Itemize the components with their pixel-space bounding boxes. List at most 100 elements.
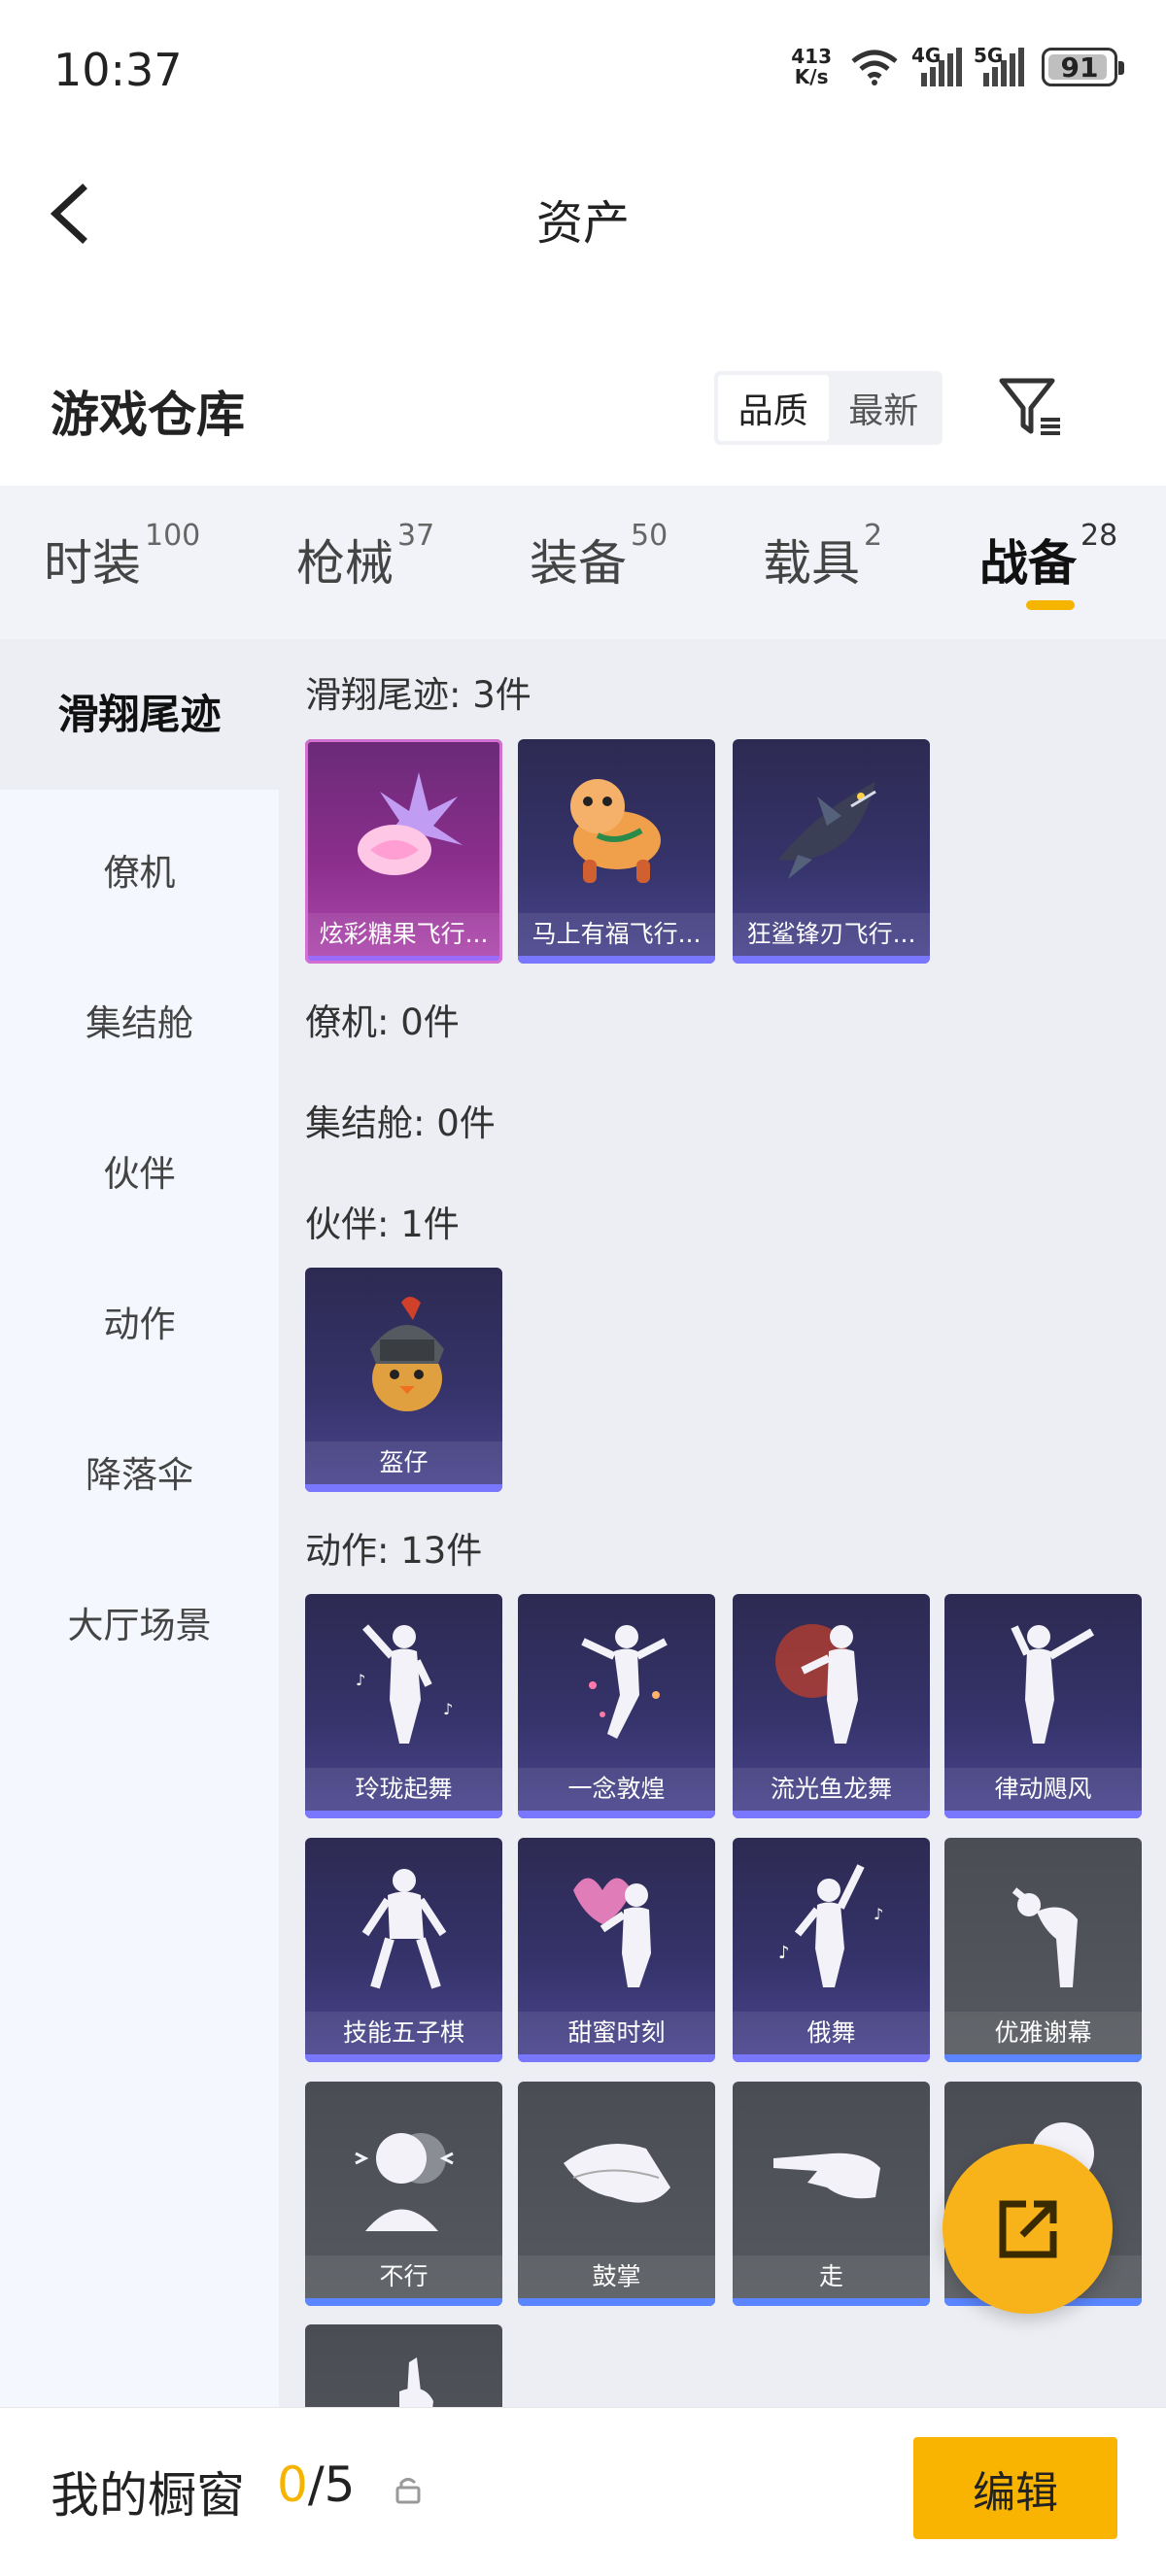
item-name: 炫彩糖果飞行... bbox=[305, 913, 502, 956]
item-name: 鼓掌 bbox=[518, 2255, 715, 2298]
tab-label: 枪械 bbox=[296, 535, 394, 592]
rarity-bar bbox=[518, 956, 715, 964]
tab-label: 战备 bbox=[979, 535, 1077, 592]
sort-newest-button[interactable]: 最新 bbox=[829, 375, 940, 441]
svg-text:♪: ♪ bbox=[443, 1700, 453, 1718]
rarity-bar bbox=[305, 2298, 502, 2306]
bowing-figure-icon bbox=[944, 1838, 1142, 2011]
item-card[interactable]: 技能五子棋 bbox=[305, 1838, 502, 2062]
item-name: 俄舞 bbox=[733, 2012, 930, 2054]
sidebar-item-lobby-scene[interactable]: 大厅场景 bbox=[0, 1596, 279, 1648]
item-name: 不行 bbox=[305, 2255, 502, 2298]
sidebar-item-emote[interactable]: 动作 bbox=[0, 1295, 279, 1347]
item-card[interactable] bbox=[305, 2324, 502, 2407]
edit-button[interactable]: 编辑 bbox=[913, 2437, 1117, 2539]
active-tab-indicator bbox=[1026, 600, 1075, 610]
item-card[interactable]: 狂鲨锋刃飞行... bbox=[733, 739, 930, 964]
filter-icon[interactable] bbox=[996, 371, 1066, 441]
sidebar-item-wingman[interactable]: 僚机 bbox=[0, 843, 279, 896]
shark-trail-icon bbox=[733, 739, 930, 912]
rarity-bar bbox=[733, 2298, 930, 2306]
tab-label: 载具 bbox=[763, 535, 860, 592]
battery-percent: 91 bbox=[1060, 51, 1099, 84]
rarity-bar bbox=[944, 2054, 1142, 2062]
tab-fashion[interactable]: 时装 100 bbox=[44, 519, 200, 594]
dancer-icon bbox=[518, 1594, 715, 1767]
item-card[interactable]: 一念敦煌 bbox=[518, 1594, 715, 1818]
sidebar-item-glide-trail[interactable]: 滑翔尾迹 bbox=[0, 639, 279, 790]
item-name: 一念敦煌 bbox=[518, 1768, 715, 1811]
dancer-heart-icon bbox=[518, 1838, 715, 2011]
cell-signal-4g-icon: 4G bbox=[911, 44, 962, 86]
rarity-bar bbox=[518, 1811, 715, 1818]
item-card[interactable]: 马上有福飞行... bbox=[518, 739, 715, 964]
item-name: 马上有福飞行... bbox=[518, 913, 715, 956]
item-name: 技能五子棋 bbox=[305, 2012, 502, 2054]
tab-guns[interactable]: 枪械 37 bbox=[296, 519, 434, 594]
section-title: 僚机: 0件 bbox=[305, 1001, 460, 1043]
item-card[interactable]: 优雅谢幕 bbox=[944, 1838, 1142, 2062]
item-name: 走 bbox=[733, 2255, 930, 2298]
item-name: 盔仔 bbox=[305, 1441, 502, 1484]
sidebar-item-partner[interactable]: 伙伴 bbox=[0, 1144, 279, 1197]
dancer-icon bbox=[944, 1594, 1142, 1767]
item-card[interactable]: 盔仔 bbox=[305, 1268, 502, 1492]
item-name: 优雅谢幕 bbox=[944, 2012, 1142, 2054]
tab-battle-prep[interactable]: 战备 28 bbox=[979, 519, 1117, 594]
net-speed: 413 K/s bbox=[791, 47, 832, 87]
rarity-bar bbox=[305, 956, 502, 964]
clapping-hands-icon bbox=[518, 2082, 715, 2254]
item-card[interactable]: 不行 bbox=[305, 2082, 502, 2306]
rarity-bar bbox=[305, 1484, 502, 1492]
status-bar: 10:37 413 K/s 4G 5G 91 bbox=[0, 0, 1166, 146]
item-card[interactable]: 流光鱼龙舞 bbox=[733, 1594, 930, 1818]
showcase-count: 0/5 bbox=[277, 2457, 355, 2513]
section-title: 动作: 13件 bbox=[305, 1530, 483, 1572]
item-card[interactable]: ♪ ♪ 玲珑起舞 bbox=[305, 1594, 502, 1818]
tab-label: 时装 bbox=[44, 535, 141, 592]
net-speed-value: 413 bbox=[791, 45, 832, 68]
section-title: 集结舱: 0件 bbox=[305, 1102, 496, 1144]
svg-text:♪: ♪ bbox=[778, 1943, 790, 1963]
tab-count: 2 bbox=[864, 519, 883, 553]
waving-hand-icon bbox=[305, 2324, 502, 2407]
sidebar-item-pod[interactable]: 集结舱 bbox=[0, 994, 279, 1046]
app-root: 10:37 413 K/s 4G 5G 91 资产 游戏仓库 品质 最新 时装 … bbox=[0, 0, 1166, 2576]
tab-equipment[interactable]: 装备 50 bbox=[530, 519, 668, 594]
candy-trail-icon bbox=[305, 739, 502, 912]
item-grid-panel: 滑翔尾迹: 3件 炫彩糖果飞行... 马上有福飞行... 狂鲨锋刃飞行... 僚… bbox=[279, 639, 1166, 2407]
status-icons: 413 K/s 4G 5G 91 bbox=[791, 44, 1124, 87]
share-external-icon bbox=[999, 2200, 1056, 2257]
wifi-icon bbox=[851, 50, 898, 85]
dancer-icon bbox=[305, 1838, 502, 2011]
warehouse-title: 游戏仓库 bbox=[51, 387, 245, 443]
dancer-icon: ♪ ♪ bbox=[305, 1594, 502, 1767]
item-card[interactable]: 鼓掌 bbox=[518, 2082, 715, 2306]
dancer-icon bbox=[733, 1594, 930, 1767]
page-title: 资产 bbox=[535, 196, 630, 251]
tab-count: 37 bbox=[397, 519, 435, 553]
tab-label: 装备 bbox=[530, 535, 627, 592]
item-card[interactable]: 走 bbox=[733, 2082, 930, 2306]
cell-5g-label: 5G bbox=[974, 44, 1004, 67]
rarity-bar bbox=[733, 2054, 930, 2062]
item-card[interactable]: 炫彩糖果飞行... bbox=[305, 739, 502, 964]
rarity-bar bbox=[305, 1811, 502, 1818]
item-card[interactable]: 甜蜜时刻 bbox=[518, 1838, 715, 2062]
category-tabs: 时装 100 枪械 37 装备 50 载具 2 战备 28 bbox=[0, 486, 1166, 639]
battery-icon: 91 bbox=[1042, 48, 1124, 86]
item-card[interactable]: 律动飓风 bbox=[944, 1594, 1142, 1818]
share-button[interactable] bbox=[943, 2144, 1113, 2314]
item-card[interactable]: ♪ ♪ 俄舞 bbox=[733, 1838, 930, 2062]
pointing-hand-icon bbox=[733, 2082, 930, 2254]
sidebar-item-parachute[interactable]: 降落伞 bbox=[0, 1445, 279, 1498]
rarity-bar bbox=[733, 956, 930, 964]
status-time: 10:37 bbox=[53, 44, 183, 96]
showcase-count-total: /5 bbox=[307, 2457, 356, 2513]
tab-vehicles[interactable]: 载具 2 bbox=[763, 519, 882, 594]
rarity-bar bbox=[733, 1811, 930, 1818]
showcase-bar: 我的橱窗 0/5 编辑 bbox=[0, 2407, 1166, 2576]
sort-quality-button[interactable]: 品质 bbox=[718, 375, 829, 441]
nav-bar: 资产 bbox=[0, 165, 1166, 262]
item-name: 律动飓风 bbox=[944, 1768, 1142, 1811]
